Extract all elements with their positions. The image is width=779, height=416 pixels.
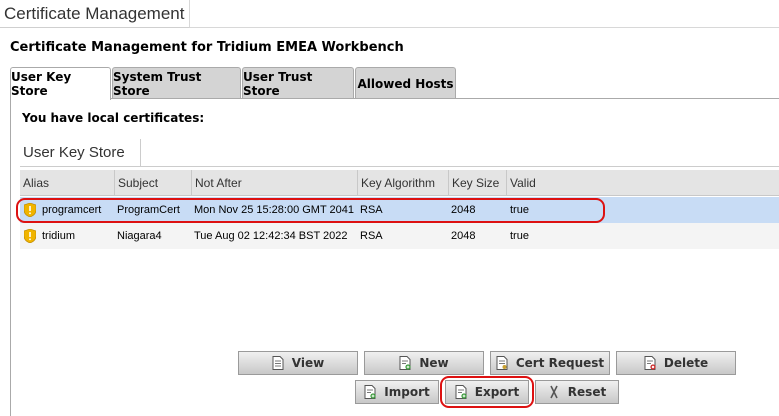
cell-valid: true xyxy=(510,230,529,242)
cell-not-after: Mon Nov 25 15:28:00 GMT 2041 xyxy=(194,204,355,216)
document-icon xyxy=(272,356,284,370)
reset-button-label: Reset xyxy=(567,385,607,399)
tab-system-trust-store[interactable]: System Trust Store xyxy=(112,67,241,99)
divider xyxy=(190,27,779,28)
import-button-label: Import xyxy=(384,385,430,399)
warning-shield-icon xyxy=(24,203,36,217)
cell-not-after: Tue Aug 02 12:42:34 BST 2022 xyxy=(194,230,348,242)
reset-icon xyxy=(550,385,558,399)
table-row[interactable]: programcert ProgramCert Mon Nov 25 15:28… xyxy=(20,197,779,223)
import-icon xyxy=(364,385,376,399)
column-header-valid[interactable]: Valid xyxy=(507,170,779,196)
delete-document-icon xyxy=(644,356,656,370)
column-header-alias[interactable]: Alias xyxy=(20,170,115,196)
divider xyxy=(141,166,779,167)
tab-label: User Trust Store xyxy=(243,69,313,98)
tab-label: Allowed Hosts xyxy=(357,76,454,91)
warning-shield-icon xyxy=(24,229,36,243)
table-row[interactable]: tridium Niagara4 Tue Aug 02 12:42:34 BST… xyxy=(20,223,779,249)
column-header-subject[interactable]: Subject xyxy=(115,170,192,196)
tab-user-trust-store[interactable]: User Trust Store xyxy=(242,67,354,99)
export-icon xyxy=(455,385,467,399)
delete-button-label: Delete xyxy=(663,356,709,370)
column-header-key-algorithm[interactable]: Key Algorithm xyxy=(358,170,449,196)
cert-request-button-label: Cert Request xyxy=(515,356,605,370)
view-tab-certificate-management[interactable]: Certificate Management xyxy=(0,0,190,28)
column-header-not-after[interactable]: Not After xyxy=(192,170,358,196)
subtab-user-key-store[interactable]: User Key Store xyxy=(20,139,141,167)
tab-label: User Key Store xyxy=(11,70,72,98)
import-button[interactable]: Import xyxy=(355,380,439,404)
cell-alias: programcert xyxy=(42,204,102,216)
certificate-request-icon xyxy=(496,356,508,370)
cell-key-size: 2048 xyxy=(451,204,476,216)
subtab-label: User Key Store xyxy=(23,144,125,161)
column-header-key-size[interactable]: Key Size xyxy=(449,170,507,196)
store-tabs: User Key Store System Trust Store User T… xyxy=(10,67,779,100)
cell-subject: ProgramCert xyxy=(117,204,180,216)
tab-allowed-hosts[interactable]: Allowed Hosts xyxy=(355,67,456,99)
cell-key-size: 2048 xyxy=(451,230,476,242)
table-header: Alias Subject Not After Key Algorithm Ke… xyxy=(20,170,779,196)
delete-button[interactable]: Delete xyxy=(616,351,736,375)
export-button-label: Export xyxy=(474,385,520,399)
new-document-icon xyxy=(399,356,411,370)
local-certificates-message: You have local certificates: xyxy=(22,111,205,125)
page-title: Certificate Management for Tridium EMEA … xyxy=(10,40,404,55)
cert-request-button[interactable]: Cert Request xyxy=(490,351,610,375)
tab-user-key-store[interactable]: User Key Store xyxy=(10,67,111,100)
export-button[interactable]: Export xyxy=(445,380,529,404)
reset-button[interactable]: Reset xyxy=(535,380,619,404)
view-button[interactable]: View xyxy=(238,351,358,375)
cell-key-algorithm: RSA xyxy=(360,204,383,216)
view-tab-label: Certificate Management xyxy=(4,4,185,23)
cell-alias: tridium xyxy=(42,230,76,242)
cell-subject: Niagara4 xyxy=(117,230,162,242)
new-button[interactable]: New xyxy=(364,351,484,375)
cell-key-algorithm: RSA xyxy=(360,230,383,242)
view-button-label: View xyxy=(291,356,325,370)
new-button-label: New xyxy=(419,356,449,370)
tab-label: System Trust Store xyxy=(113,69,202,98)
cell-valid: true xyxy=(510,204,529,216)
